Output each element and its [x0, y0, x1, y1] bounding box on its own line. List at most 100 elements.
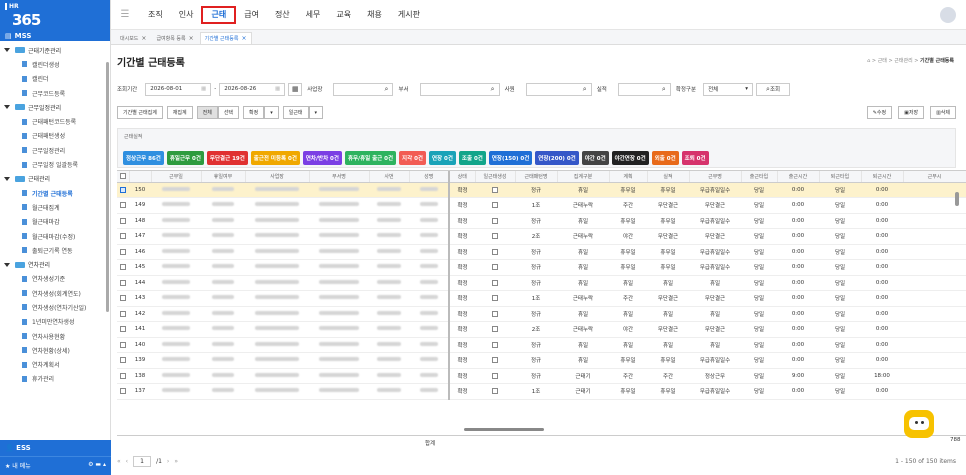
nav-item[interactable]: 급여 — [236, 6, 267, 24]
select-all-checkbox[interactable] — [119, 173, 126, 179]
daily-created-checkbox[interactable] — [492, 388, 498, 394]
column-header[interactable]: 근무명 — [689, 171, 742, 183]
calendar-button[interactable]: ▦ — [288, 82, 303, 96]
status-badge[interactable]: 출근전 미등록 0건 — [250, 151, 300, 165]
sidebar-item[interactable]: 연차생성(회계연도) — [0, 286, 110, 300]
column-header[interactable]: 계획 — [609, 171, 648, 183]
sidebar-item[interactable]: 근무일정관리 — [0, 100, 110, 114]
nav-item[interactable]: 근태 — [201, 5, 237, 24]
row-checkbox-cell[interactable] — [117, 368, 129, 384]
prev-page-button[interactable]: ‹ — [126, 458, 128, 465]
row-checkbox[interactable] — [120, 326, 126, 332]
daily-created-cell[interactable] — [475, 213, 515, 229]
column-header[interactable]: 퇴근시간 — [861, 171, 904, 183]
sidebar-item[interactable]: 1년미만연차생성 — [0, 315, 110, 329]
site-input[interactable]: ⌕ — [333, 82, 394, 96]
daily-created-checkbox[interactable] — [492, 217, 498, 224]
daily-created-cell[interactable] — [475, 306, 515, 322]
sidebar-item[interactable]: 월근태마감(수정) — [0, 229, 110, 243]
tab[interactable]: 급여항목 등록 × — [152, 32, 197, 44]
recalc-button[interactable]: 재집계 — [166, 106, 193, 119]
sidebar-scrollbar[interactable] — [106, 62, 109, 312]
column-header[interactable]: 집계구분 — [557, 171, 610, 183]
status-badge[interactable]: 무단결근 19건 — [206, 151, 248, 165]
daily-created-checkbox[interactable] — [492, 295, 498, 301]
status-badge[interactable]: 연장 0건 — [428, 151, 456, 165]
daily-created-checkbox[interactable] — [492, 186, 498, 193]
emp-input[interactable]: ⌕ — [525, 82, 592, 96]
sidebar-item[interactable]: 월근태마감 — [0, 215, 110, 229]
column-header[interactable]: 근태패턴명 — [515, 171, 558, 183]
daily-created-checkbox[interactable] — [492, 326, 498, 332]
table-row[interactable]: 142 확정 정규 휴일 휴일 휴일 휴일 당일 0:00 당일 0:00 — [117, 306, 966, 322]
column-header[interactable]: 근무시 — [903, 171, 966, 183]
row-checkbox-cell[interactable] — [117, 306, 129, 322]
tab[interactable]: 기간별 근태등록 × — [199, 32, 252, 44]
close-icon[interactable]: × — [141, 35, 146, 42]
nav-item[interactable]: 세무 — [298, 6, 329, 24]
daily-created-checkbox[interactable] — [492, 248, 498, 255]
period-aggregate-button[interactable]: 기간별 근태집계 — [117, 106, 163, 119]
column-header[interactable]: 퇴근타입 — [819, 171, 862, 183]
row-checkbox-cell[interactable] — [117, 383, 129, 400]
daily-created-checkbox[interactable] — [492, 233, 498, 239]
table-row[interactable]: 147 확정 2조 근태누락 야간 무단결근 무단결근 당일 0:00 당일 0:00 — [117, 228, 966, 245]
status-badge[interactable]: 외출 0건 — [651, 151, 679, 165]
next-page-button[interactable]: › — [167, 458, 169, 465]
row-checkbox[interactable] — [120, 217, 126, 224]
row-checkbox[interactable] — [120, 233, 126, 239]
daily-created-cell[interactable] — [475, 321, 515, 338]
sidebar-item[interactable]: 연차사용현황 — [0, 329, 110, 343]
table-row[interactable]: 140 확정 정규 휴일 휴일 휴일 휴일 당일 0:00 당일 0:00 — [117, 337, 966, 353]
table-row[interactable]: 149 확정 1조 근태누락 주간 무단결근 무단결근 당일 0:00 당일 0:00 — [117, 197, 966, 214]
my-menu-bar[interactable]: ★ 내 메뉴 ⚙ ▬ ▴ — [0, 457, 111, 475]
daily-created-cell[interactable] — [475, 259, 515, 276]
daily-created-checkbox[interactable] — [492, 202, 498, 208]
daily-created-cell[interactable] — [475, 383, 515, 400]
row-checkbox-cell[interactable] — [117, 352, 129, 369]
ess-button[interactable]: 👤 ESS — [0, 440, 111, 457]
row-checkbox[interactable] — [120, 279, 126, 286]
row-checkbox-cell[interactable] — [117, 244, 129, 260]
daily-created-checkbox[interactable] — [492, 264, 498, 270]
sidebar-item[interactable]: 월근태집계 — [0, 200, 110, 214]
daily-created-checkbox[interactable] — [492, 357, 498, 363]
status-badge[interactable]: 조출 0건 — [458, 151, 486, 165]
dept-input[interactable]: ⌕ — [419, 82, 500, 96]
status-badge[interactable]: 휴일근무 0건 — [166, 151, 204, 165]
edit-button[interactable]: ✎ 수정 — [866, 106, 893, 119]
page-input[interactable]: 1 — [133, 455, 152, 467]
search-icon[interactable]: ⌕ — [583, 85, 587, 94]
row-checkbox-cell[interactable] — [117, 197, 129, 214]
close-icon[interactable]: × — [189, 35, 194, 42]
daily-created-cell[interactable] — [475, 368, 515, 384]
nav-item[interactable]: 인사 — [171, 6, 202, 24]
date-from-input[interactable]: 2026-08-01 ▦ — [145, 82, 212, 96]
daily-button[interactable]: 일근태 — [282, 106, 309, 119]
row-checkbox-cell[interactable] — [117, 182, 129, 198]
avatar[interactable] — [940, 7, 956, 23]
column-header[interactable]: 상태 — [449, 171, 476, 183]
sidebar-item[interactable]: 연차생성기준 — [0, 272, 110, 286]
status-badge[interactable]: 야간연장 0건 — [611, 151, 649, 165]
sidebar-item[interactable]: 근태패턴코드등록 — [0, 114, 110, 128]
daily-created-cell[interactable] — [475, 337, 515, 353]
sidebar-item[interactable]: 출퇴근기록 연동 — [0, 243, 110, 257]
sidebar-item[interactable]: 캘린더생성 — [0, 57, 110, 71]
row-checkbox[interactable] — [120, 357, 126, 363]
row-checkbox[interactable] — [120, 388, 126, 394]
nav-item[interactable]: 게시판 — [390, 6, 428, 24]
status-badge[interactable]: 연장(200) 0건 — [535, 151, 579, 165]
sidebar-item[interactable]: 연차계획서 — [0, 358, 110, 372]
status-badge[interactable]: 조퇴 0건 — [681, 151, 709, 165]
sidebar-item[interactable]: 근무코드등록 — [0, 86, 110, 100]
table-row[interactable]: 138 확정 정규 근태기 주간 주간 정상근무 당일 9:00 당일 18:00 — [117, 368, 966, 384]
column-header[interactable]: 출근시간 — [777, 171, 820, 183]
hamburger-icon[interactable]: ☰ — [114, 9, 136, 20]
search-button[interactable]: ⌕ 조회 — [756, 82, 791, 96]
sidebar-item[interactable]: 근태관리 — [0, 172, 110, 186]
confirm-select[interactable]: 전체 ▾ — [703, 82, 754, 96]
tab[interactable]: 대시보드 × — [116, 32, 150, 44]
column-header[interactable]: 사업장 — [245, 171, 310, 183]
column-header[interactable]: 출근타입 — [741, 171, 778, 183]
